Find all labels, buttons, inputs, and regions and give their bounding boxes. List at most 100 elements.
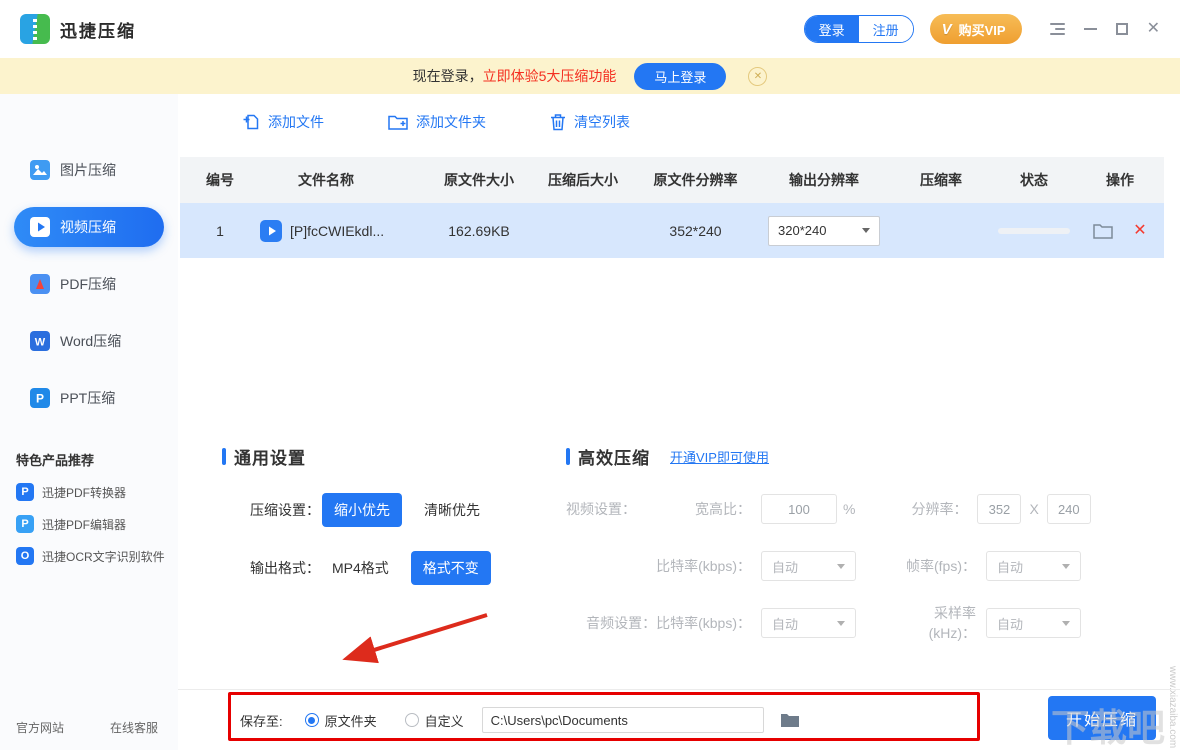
buy-vip-button[interactable]: V 购买VIP: [930, 14, 1022, 44]
sidebar-item-word-compress[interactable]: W Word压缩: [14, 321, 164, 361]
app-logo-icon: [20, 14, 50, 44]
col-header-original-size: 原文件大小: [425, 170, 533, 190]
add-file-label: 添加文件: [268, 112, 324, 132]
featured-products-title: 特色产品推荐: [0, 450, 178, 469]
featured-item-label: 迅捷PDF编辑器: [42, 516, 126, 533]
vip-settings-section: 高效压缩 开通VIP即可使用 视频设置： 宽高比： % 分辨率： X: [566, 444, 1091, 640]
save-path-input[interactable]: [482, 707, 764, 733]
ocr-software-icon: O: [16, 547, 34, 565]
output-format-label: 输出格式：: [250, 558, 322, 578]
resolution-label: 分辨率：: [895, 499, 967, 519]
sidebar-item-label: PDF压缩: [60, 274, 116, 294]
aspect-ratio-label: 宽高比：: [695, 499, 751, 519]
maximize-button[interactable]: [1116, 23, 1128, 35]
featured-pdf-converter[interactable]: P 迅捷PDF转换器: [0, 483, 178, 501]
add-file-icon: [242, 113, 260, 131]
word-compress-icon: W: [30, 331, 50, 351]
register-button[interactable]: 注册: [859, 16, 913, 42]
sidebar-item-ppt-compress[interactable]: P PPT压缩: [14, 378, 164, 418]
progress-bar: [998, 228, 1070, 234]
featured-item-label: 迅捷OCR文字识别软件: [42, 548, 165, 565]
col-header-index: 编号: [180, 170, 260, 190]
trash-icon: [550, 113, 566, 131]
compression-setting-label: 压缩设置：: [250, 500, 322, 520]
sidebar-item-image-compress[interactable]: 图片压缩: [14, 150, 164, 190]
table-header: 编号 文件名称 原文件大小 压缩后大小 原文件分辨率 输出分辨率 压缩率 状态 …: [180, 157, 1164, 203]
row-index: 1: [180, 223, 260, 239]
resolution-width-input[interactable]: [977, 494, 1021, 524]
title-bar: 迅捷压缩 登录 注册 V 购买VIP ✕: [0, 0, 1180, 58]
row-filename: [P]fcCWIEkdl...: [290, 223, 384, 239]
ppt-compress-icon: P: [30, 388, 50, 408]
bitrate-select[interactable]: 自动: [761, 551, 856, 581]
radio-custom[interactable]: [405, 713, 419, 727]
open-vip-link[interactable]: 开通VIP即可使用: [670, 447, 769, 466]
fps-value: 自动: [997, 557, 1023, 576]
main-panel: 添加文件 添加文件夹 清空列表 编号: [178, 94, 1180, 750]
sidebar-item-video-compress[interactable]: 视频压缩: [14, 207, 164, 247]
shrink-first-option[interactable]: 缩小优先: [322, 493, 402, 527]
sidebar-item-label: PPT压缩: [60, 388, 115, 408]
col-header-status: 状态: [992, 170, 1076, 190]
featured-pdf-editor[interactable]: P 迅捷PDF编辑器: [0, 515, 178, 533]
output-resolution-value: 320*240: [778, 223, 826, 238]
sidebar-item-label: 图片压缩: [60, 160, 116, 180]
video-thumbnail-icon: [260, 220, 282, 242]
original-folder-label[interactable]: 原文件夹: [325, 711, 377, 730]
start-compress-button[interactable]: 开始压缩: [1048, 696, 1156, 740]
browse-folder-icon[interactable]: [780, 712, 800, 728]
sidebar: 图片压缩 视频压缩 PDF压缩 W Word压缩: [0, 94, 178, 750]
fps-select[interactable]: 自动: [986, 551, 1081, 581]
col-header-output-resolution: 输出分辨率: [758, 170, 890, 190]
pdf-editor-icon: P: [16, 515, 34, 533]
sidebar-item-label: 视频压缩: [60, 217, 116, 237]
aspect-ratio-input[interactable]: [761, 494, 837, 524]
general-settings-title: 通用设置: [234, 444, 306, 469]
col-header-compressed-size: 压缩后大小: [533, 170, 633, 190]
chevron-down-icon: [1062, 621, 1070, 626]
sidebar-item-pdf-compress[interactable]: PDF压缩: [14, 264, 164, 304]
buy-vip-label: 购买VIP: [959, 20, 1006, 39]
keep-format-option[interactable]: 格式不变: [411, 551, 491, 585]
sample-rate-value: 自动: [997, 614, 1023, 633]
radio-original-folder[interactable]: [305, 713, 319, 727]
table-row[interactable]: 1 [P]fcCWIEkdl... 162.69KB 352*240 320*2…: [180, 203, 1164, 258]
banner-close-icon[interactable]: ✕: [748, 67, 767, 86]
clear-list-button[interactable]: 清空列表: [550, 112, 630, 132]
output-resolution-select[interactable]: 320*240: [768, 216, 880, 246]
official-site-link[interactable]: 官方网站: [16, 719, 64, 736]
online-support-link[interactable]: 在线客服: [110, 719, 158, 736]
audio-bitrate-select[interactable]: 自动: [761, 608, 856, 638]
save-to-label: 保存至:: [240, 711, 283, 730]
open-folder-icon[interactable]: [1093, 223, 1113, 239]
save-bar: 保存至: 原文件夹 自定义 开始压缩: [178, 689, 1180, 750]
remove-file-icon[interactable]: ✕: [1133, 223, 1146, 239]
col-header-original-resolution: 原文件分辨率: [633, 170, 758, 190]
add-folder-label: 添加文件夹: [416, 112, 486, 132]
sample-rate-select[interactable]: 自动: [986, 608, 1081, 638]
resolution-height-input[interactable]: [1047, 494, 1091, 524]
mp4-format-option[interactable]: MP4格式: [332, 558, 389, 578]
percent-sign: %: [843, 501, 855, 517]
sidebar-footer: 官方网站 在线客服: [16, 719, 158, 736]
svg-text:W: W: [35, 337, 46, 349]
audio-bitrate-label: 音频设置：比特率(kbps)：: [566, 613, 751, 633]
file-toolbar: 添加文件 添加文件夹 清空列表: [242, 112, 630, 132]
add-folder-button[interactable]: 添加文件夹: [388, 112, 486, 132]
section-accent-bar: [566, 448, 570, 465]
bitrate-label: 比特率(kbps)：: [566, 556, 751, 576]
clarity-first-option[interactable]: 清晰优先: [424, 500, 480, 520]
custom-label[interactable]: 自定义: [425, 711, 464, 730]
minimize-button[interactable]: [1084, 28, 1097, 30]
add-file-button[interactable]: 添加文件: [242, 112, 324, 132]
menu-icon[interactable]: [1050, 23, 1065, 35]
close-button[interactable]: ✕: [1147, 21, 1160, 37]
image-compress-icon: [30, 160, 50, 180]
login-now-button[interactable]: 马上登录: [634, 63, 726, 90]
featured-ocr-software[interactable]: O 迅捷OCR文字识别软件: [0, 547, 178, 565]
general-settings-section: 通用设置 压缩设置： 缩小优先 清晰优先 输出格式： MP4格式 格式不变: [222, 444, 491, 585]
col-header-operation: 操作: [1076, 170, 1164, 190]
login-button[interactable]: 登录: [805, 16, 859, 42]
svg-text:P: P: [36, 392, 44, 406]
chevron-down-icon: [1062, 564, 1070, 569]
